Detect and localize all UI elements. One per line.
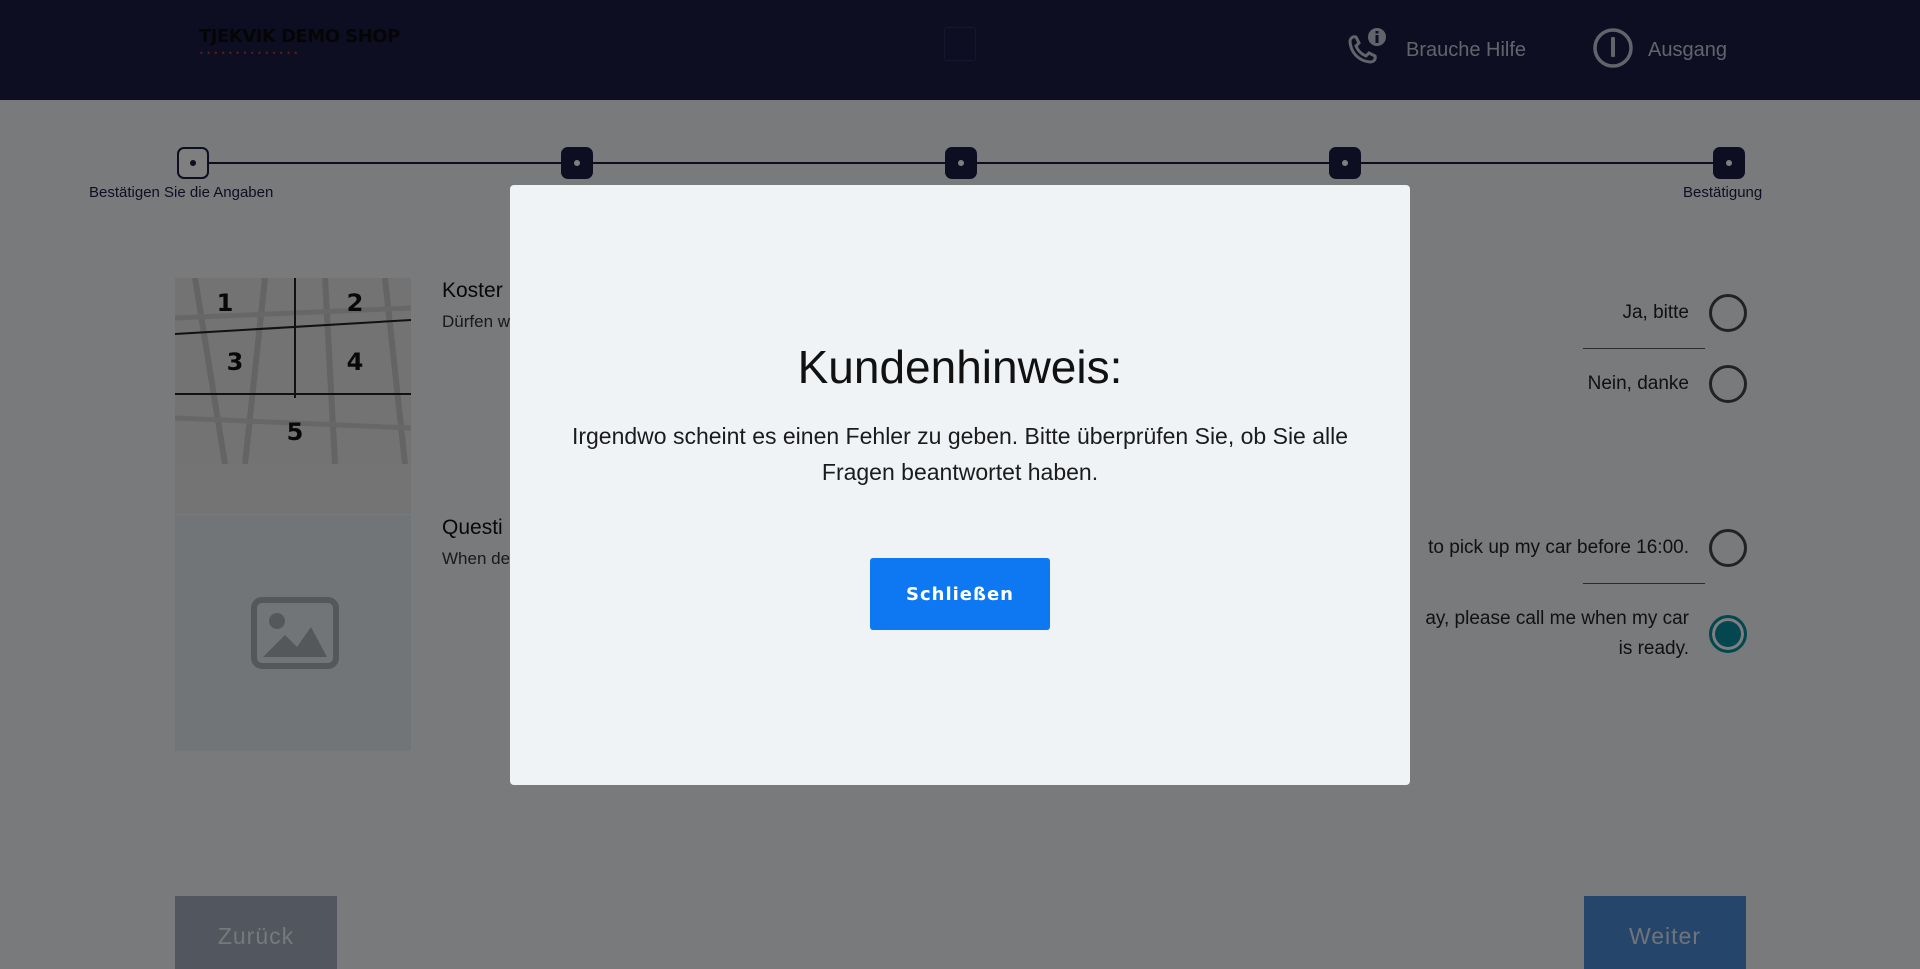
- dialog-title: Kundenhinweis:: [797, 341, 1123, 393]
- close-dialog-button[interactable]: Schließen: [870, 558, 1050, 630]
- customer-notice-dialog: Kundenhinweis: Irgendwo scheint es einen…: [510, 185, 1410, 785]
- dialog-message: Irgendwo scheint es einen Fehler zu gebe…: [571, 423, 1349, 485]
